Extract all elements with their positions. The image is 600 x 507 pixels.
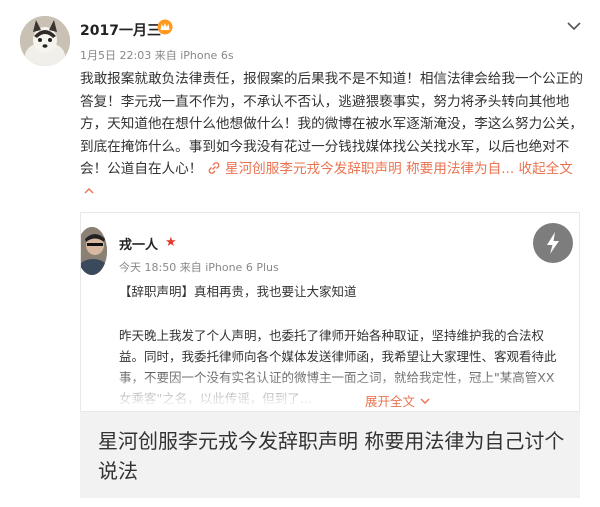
star-icon: ★ — [165, 235, 177, 250]
card-heading: 【辞职声明】真相再贵，我也要让大家知道 — [119, 284, 357, 299]
vip-crown-icon — [157, 19, 173, 35]
card-body-line: 昨天晚上我发了个人声明，也委托了律师开始各种取证，坚持维护我的合法权 — [119, 328, 545, 343]
card-caption[interactable]: 星河创服李元戎今发辞职声明 称要用法律为自己讨个说法 — [98, 426, 568, 486]
post-timestamp: 1月5日 22:03 — [80, 49, 152, 62]
post-text: 我敢报案就敢负法律责任，报假案的后果我不是不知道！相信法律会给我一个公正的答复！… — [80, 68, 585, 203]
card-body-line: 女乘客"之名，以此传谣，但到了... — [119, 391, 312, 406]
post-meta: 1月5日 22:03 来自 iPhone 6s — [80, 47, 234, 63]
collapse-label: 收起全文 — [518, 161, 573, 177]
link-icon — [207, 161, 225, 177]
article-card[interactable]: 戎一人 ★ 今天 18:50 来自 iPhone 6 Plus 【辞职声明】真相… — [80, 212, 580, 498]
card-time: 今天 18:50 — [119, 261, 177, 274]
expand-button[interactable]: 展开全文 — [361, 391, 432, 410]
chevron-down-small-icon — [420, 398, 430, 404]
card-preview: 戎一人 ★ 今天 18:50 来自 iPhone 6 Plus 【辞职声明】真相… — [80, 212, 580, 412]
card-body: 昨天晚上我发了个人声明，也委托了律师开始各种取证，坚持维护我的合法权 益。同时，… — [119, 325, 579, 409]
card-body-line: 益。同时，我委托律师向各个媒体发送律师函，我希望让大家理性、客观看待此 — [119, 349, 557, 364]
chevron-down-icon[interactable] — [565, 18, 583, 32]
lightning-icon[interactable] — [533, 223, 573, 263]
user-avatar[interactable] — [20, 16, 70, 66]
card-body-line: 事，不要因一个没有实名认证的微博主一面之词，就给我定性，冠上"某高管XX — [119, 370, 555, 385]
post-username[interactable]: 2017一月三 — [80, 20, 161, 40]
card-source: 来自 iPhone 6 Plus — [179, 261, 279, 274]
card-meta: 今天 18:50 来自 iPhone 6 Plus — [119, 259, 279, 275]
chevron-up-icon — [84, 187, 94, 193]
article-link[interactable]: 星河创服李元戎今发辞职声明 称要用法律为自... — [225, 161, 514, 177]
expand-label: 展开全文 — [365, 394, 416, 409]
post-source: 来自 iPhone 6s — [154, 49, 234, 62]
card-author-avatar[interactable] — [81, 227, 107, 275]
card-author-name[interactable]: 戎一人 — [119, 234, 158, 253]
